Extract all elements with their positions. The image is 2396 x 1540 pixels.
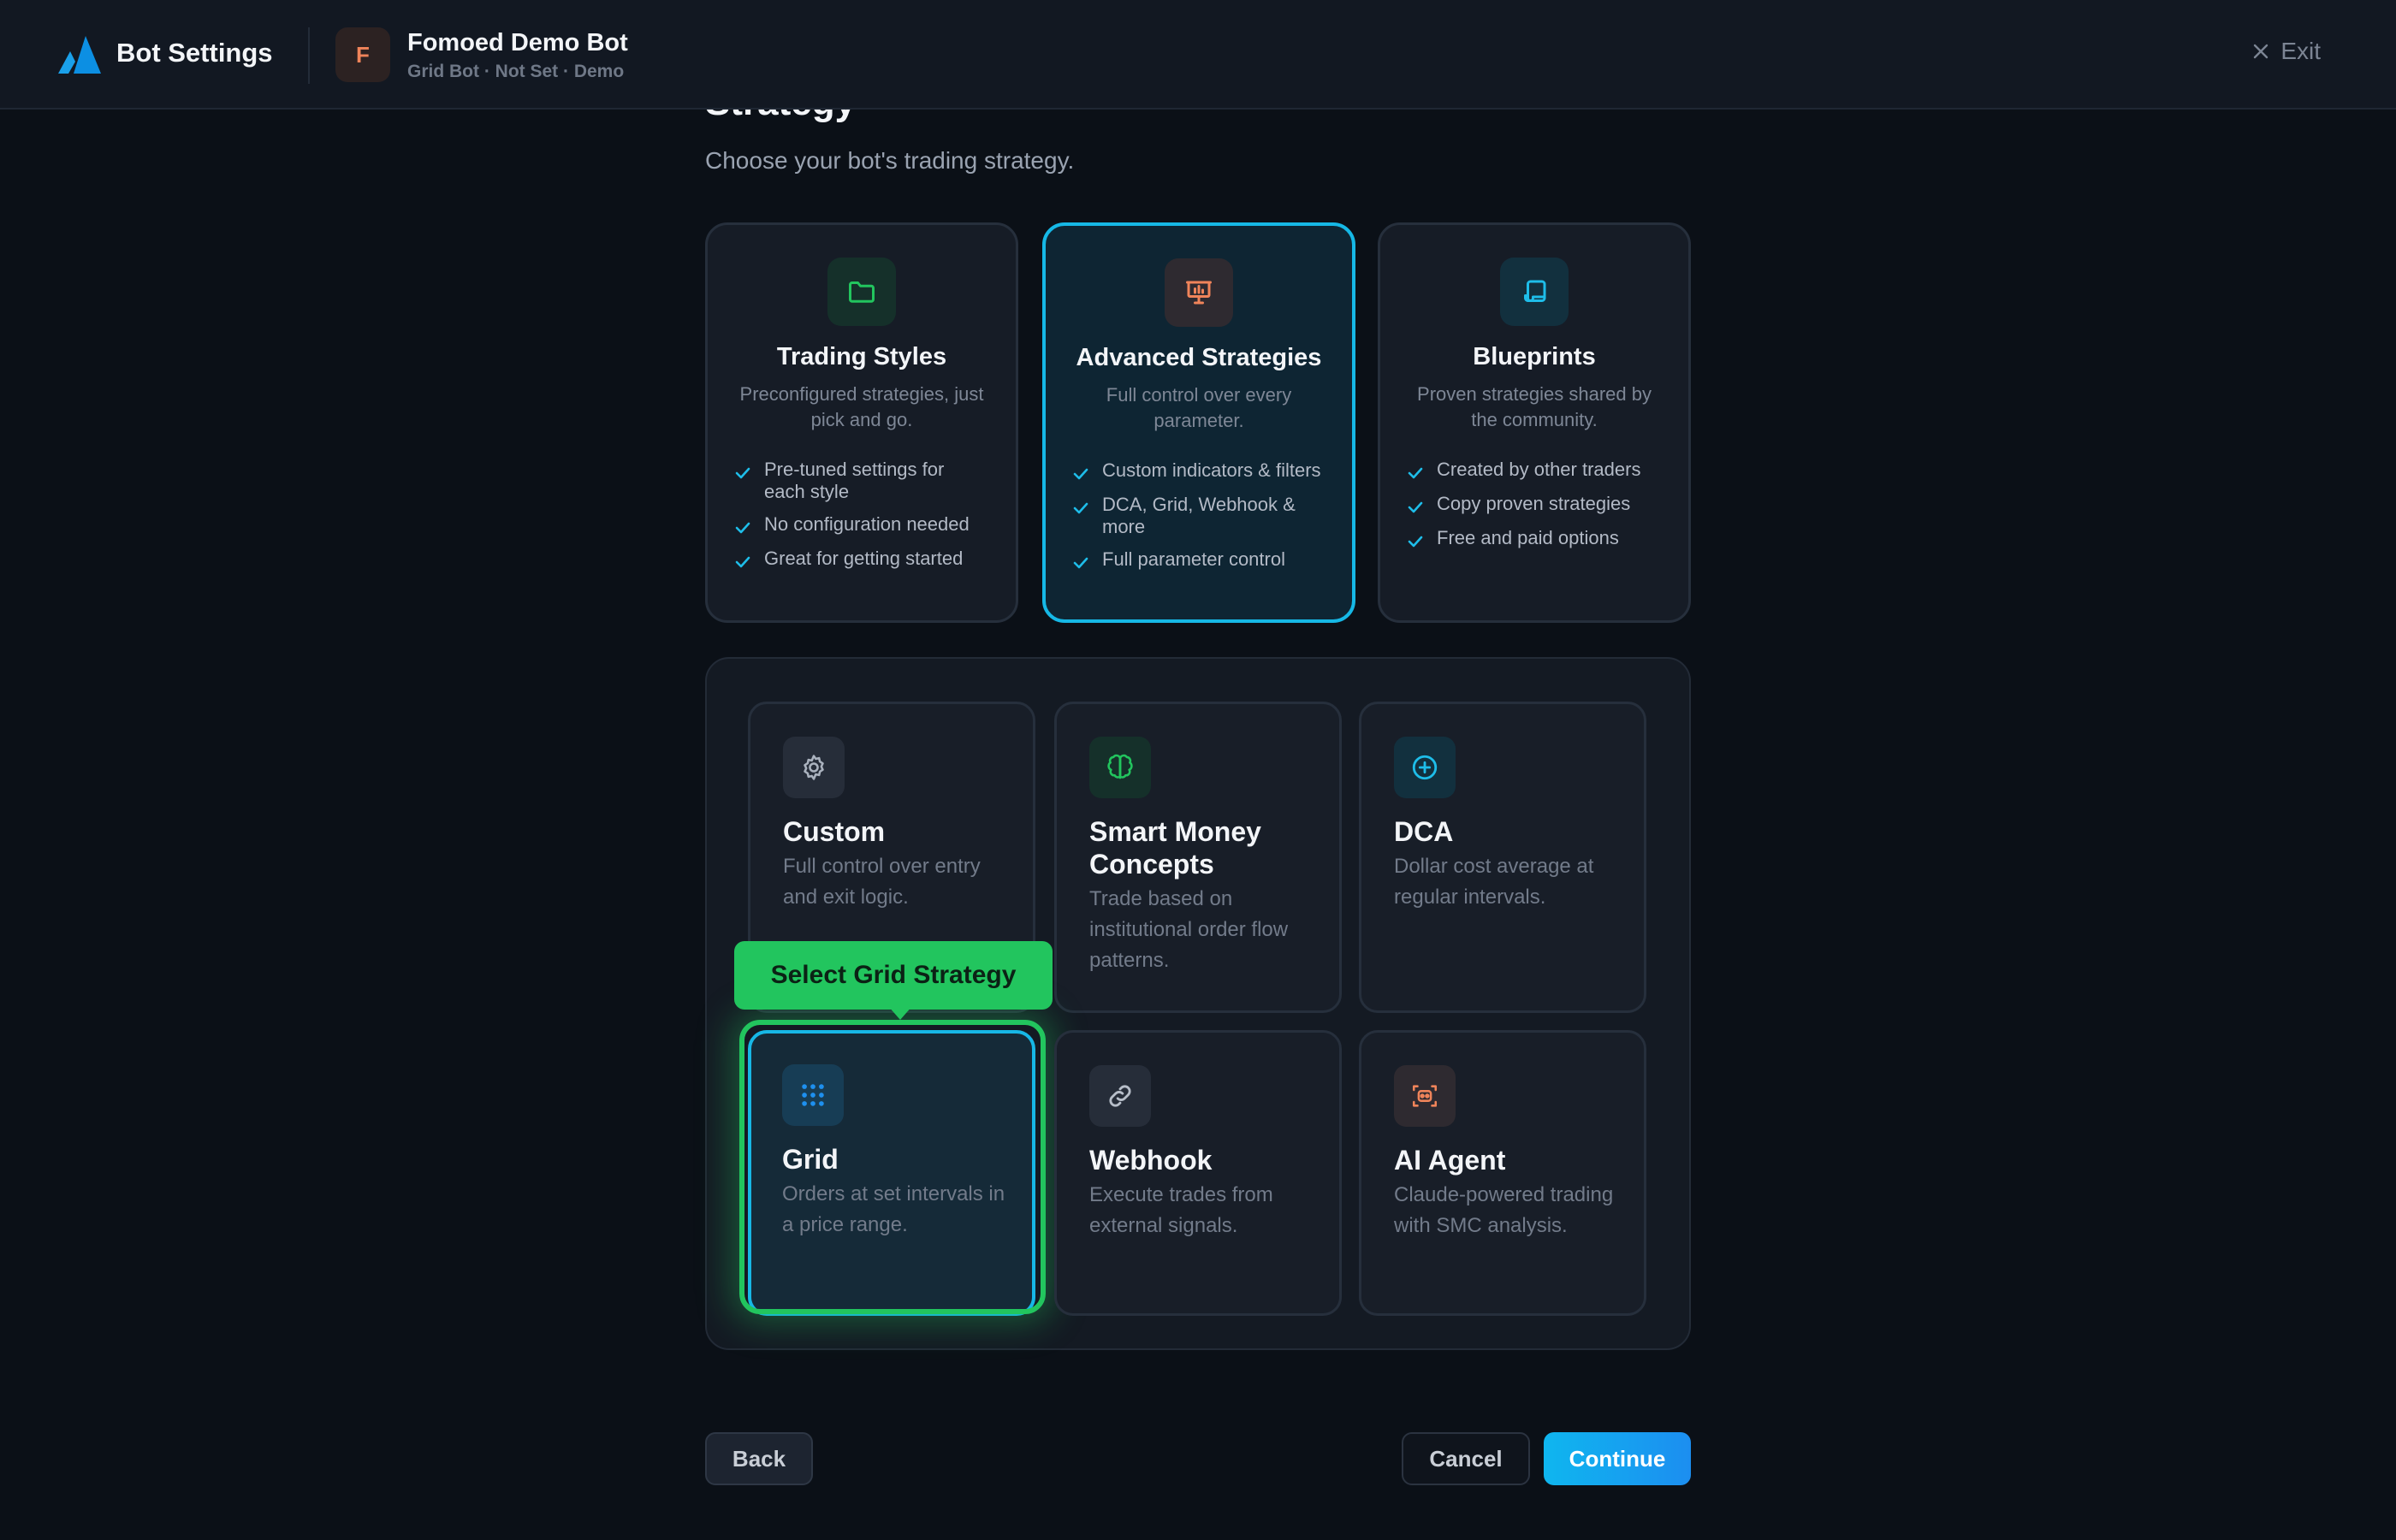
feature-item: Great for getting started — [733, 548, 990, 572]
mode-title: Blueprints — [1473, 343, 1596, 370]
strategy-description: Orders at set intervals in a price range… — [782, 1182, 1005, 1236]
continue-button[interactable]: Continue — [1544, 1432, 1691, 1485]
mode-description: Preconfigured strategies, just pick and … — [739, 383, 984, 430]
check-icon — [735, 522, 750, 534]
mode-description: Proven strategies shared by the communit… — [1417, 383, 1652, 430]
folder-icon — [827, 258, 896, 326]
link-icon — [1089, 1065, 1151, 1127]
feature-item: DCA, Grid, Webhook & more — [1071, 494, 1326, 538]
plus-circle-icon — [1394, 737, 1456, 798]
mode-card-trading-styles[interactable]: Trading Styles Preconfigured strategies,… — [705, 222, 1018, 623]
mode-card-blueprints[interactable]: Blueprints Proven strategies shared by t… — [1378, 222, 1691, 623]
strategy-description: Execute trades from external signals. — [1089, 1183, 1273, 1237]
gear-icon — [783, 737, 845, 798]
select-grid-callout[interactable]: Select Grid Strategy — [734, 941, 1053, 1010]
check-icon — [1073, 557, 1088, 569]
top-bar: Bot Settings F Fomoed Demo Bot Grid Bot … — [0, 0, 2396, 110]
strategy-title: DCA — [1394, 816, 1454, 847]
page-subtitle: Choose your bot's trading strategy. — [705, 147, 1075, 174]
mode-title: Trading Styles — [776, 343, 947, 370]
check-icon — [1408, 536, 1423, 548]
feature-text: Great for getting started — [764, 548, 964, 569]
feature-item: No configuration needed — [733, 513, 990, 537]
check-icon — [1073, 468, 1088, 480]
feature-list: Pre-tuned settings for each style No con… — [733, 459, 990, 572]
bot-icon — [1394, 1065, 1456, 1127]
mode-card-advanced-strategies[interactable]: Advanced Strategies Full control over ev… — [1042, 222, 1355, 623]
feature-item: Copy proven strategies — [1406, 493, 1663, 517]
mode-title: Advanced Strategies — [1076, 344, 1322, 371]
strategy-card-dca[interactable]: DCA Dollar cost average at regular inter… — [1359, 702, 1646, 1013]
cancel-button[interactable]: Cancel — [1402, 1432, 1530, 1485]
feature-text: Free and paid options — [1437, 527, 1619, 548]
strategy-title: Smart Money Concepts — [1089, 816, 1261, 880]
scroll-icon — [1500, 258, 1569, 326]
check-icon — [1408, 501, 1423, 513]
feature-text: Pre-tuned settings for each style — [764, 459, 945, 502]
grid-dots-icon — [782, 1064, 844, 1126]
strategy-description: Claude-powered trading with SMC analysis… — [1394, 1183, 1614, 1237]
strategy-card-grid[interactable]: Grid Orders at set intervals in a price … — [748, 1030, 1035, 1316]
strategy-card-smart-money-concepts[interactable]: Smart Money Concepts Trade based on inst… — [1054, 702, 1342, 1013]
strategy-title: Webhook — [1089, 1145, 1213, 1176]
feature-item: Custom indicators & filters — [1071, 459, 1326, 483]
close-icon — [2254, 44, 2268, 59]
strategy-description: Dollar cost average at regular intervals… — [1394, 855, 1594, 909]
feature-list: Created by other traders Copy proven str… — [1406, 459, 1663, 551]
strategy-card-webhook[interactable]: Webhook Execute trades from external sig… — [1054, 1030, 1342, 1316]
strategy-title: Grid — [782, 1144, 839, 1175]
strategy-panel: Custom Full control over entry and exit … — [705, 657, 1691, 1350]
feature-text: Full parameter control — [1102, 548, 1285, 570]
bot-settings-page: Bot Settings F Fomoed Demo Bot Grid Bot … — [0, 0, 2396, 1540]
check-icon — [1408, 467, 1423, 479]
app-title: Bot Settings — [116, 38, 273, 68]
check-icon — [735, 556, 750, 568]
strategy-description: Full control over entry and exit logic. — [783, 855, 981, 909]
exit-label: Exit — [2280, 38, 2321, 64]
feature-text: DCA, Grid, Webhook & more — [1102, 494, 1296, 537]
bot-avatar: F — [335, 27, 390, 82]
feature-text: Custom indicators & filters — [1102, 459, 1321, 481]
strategy-title: Custom — [783, 816, 886, 847]
strategy-card-ai-agent[interactable]: AI Agent Claude-powered trading with SMC… — [1359, 1030, 1646, 1316]
feature-item: Pre-tuned settings for each style — [733, 459, 990, 503]
feature-item: Free and paid options — [1406, 527, 1663, 551]
callout-pointer — [888, 1006, 912, 1020]
feature-list: Custom indicators & filters DCA, Grid, W… — [1071, 459, 1326, 572]
bot-name: Fomoed Demo Bot — [407, 29, 628, 56]
exit-button[interactable]: Exit — [2251, 38, 2321, 65]
feature-text: Created by other traders — [1437, 459, 1641, 480]
back-button[interactable]: Back — [705, 1432, 813, 1485]
bot-subtitle: Grid Bot · Not Set · Demo — [407, 62, 625, 81]
presentation-icon — [1165, 258, 1233, 327]
strategy-description: Trade based on institutional order flow … — [1089, 887, 1289, 972]
header-divider — [308, 27, 310, 84]
check-icon — [735, 467, 750, 479]
brain-icon — [1089, 737, 1151, 798]
feature-item: Created by other traders — [1406, 459, 1663, 483]
mode-description: Full control over every parameter. — [1106, 384, 1292, 431]
check-icon — [1073, 502, 1088, 514]
feature-item: Full parameter control — [1071, 548, 1326, 572]
app-logo-icon — [58, 36, 101, 74]
strategy-title: AI Agent — [1394, 1145, 1506, 1176]
feature-text: Copy proven strategies — [1437, 493, 1631, 514]
feature-text: No configuration needed — [764, 513, 970, 535]
